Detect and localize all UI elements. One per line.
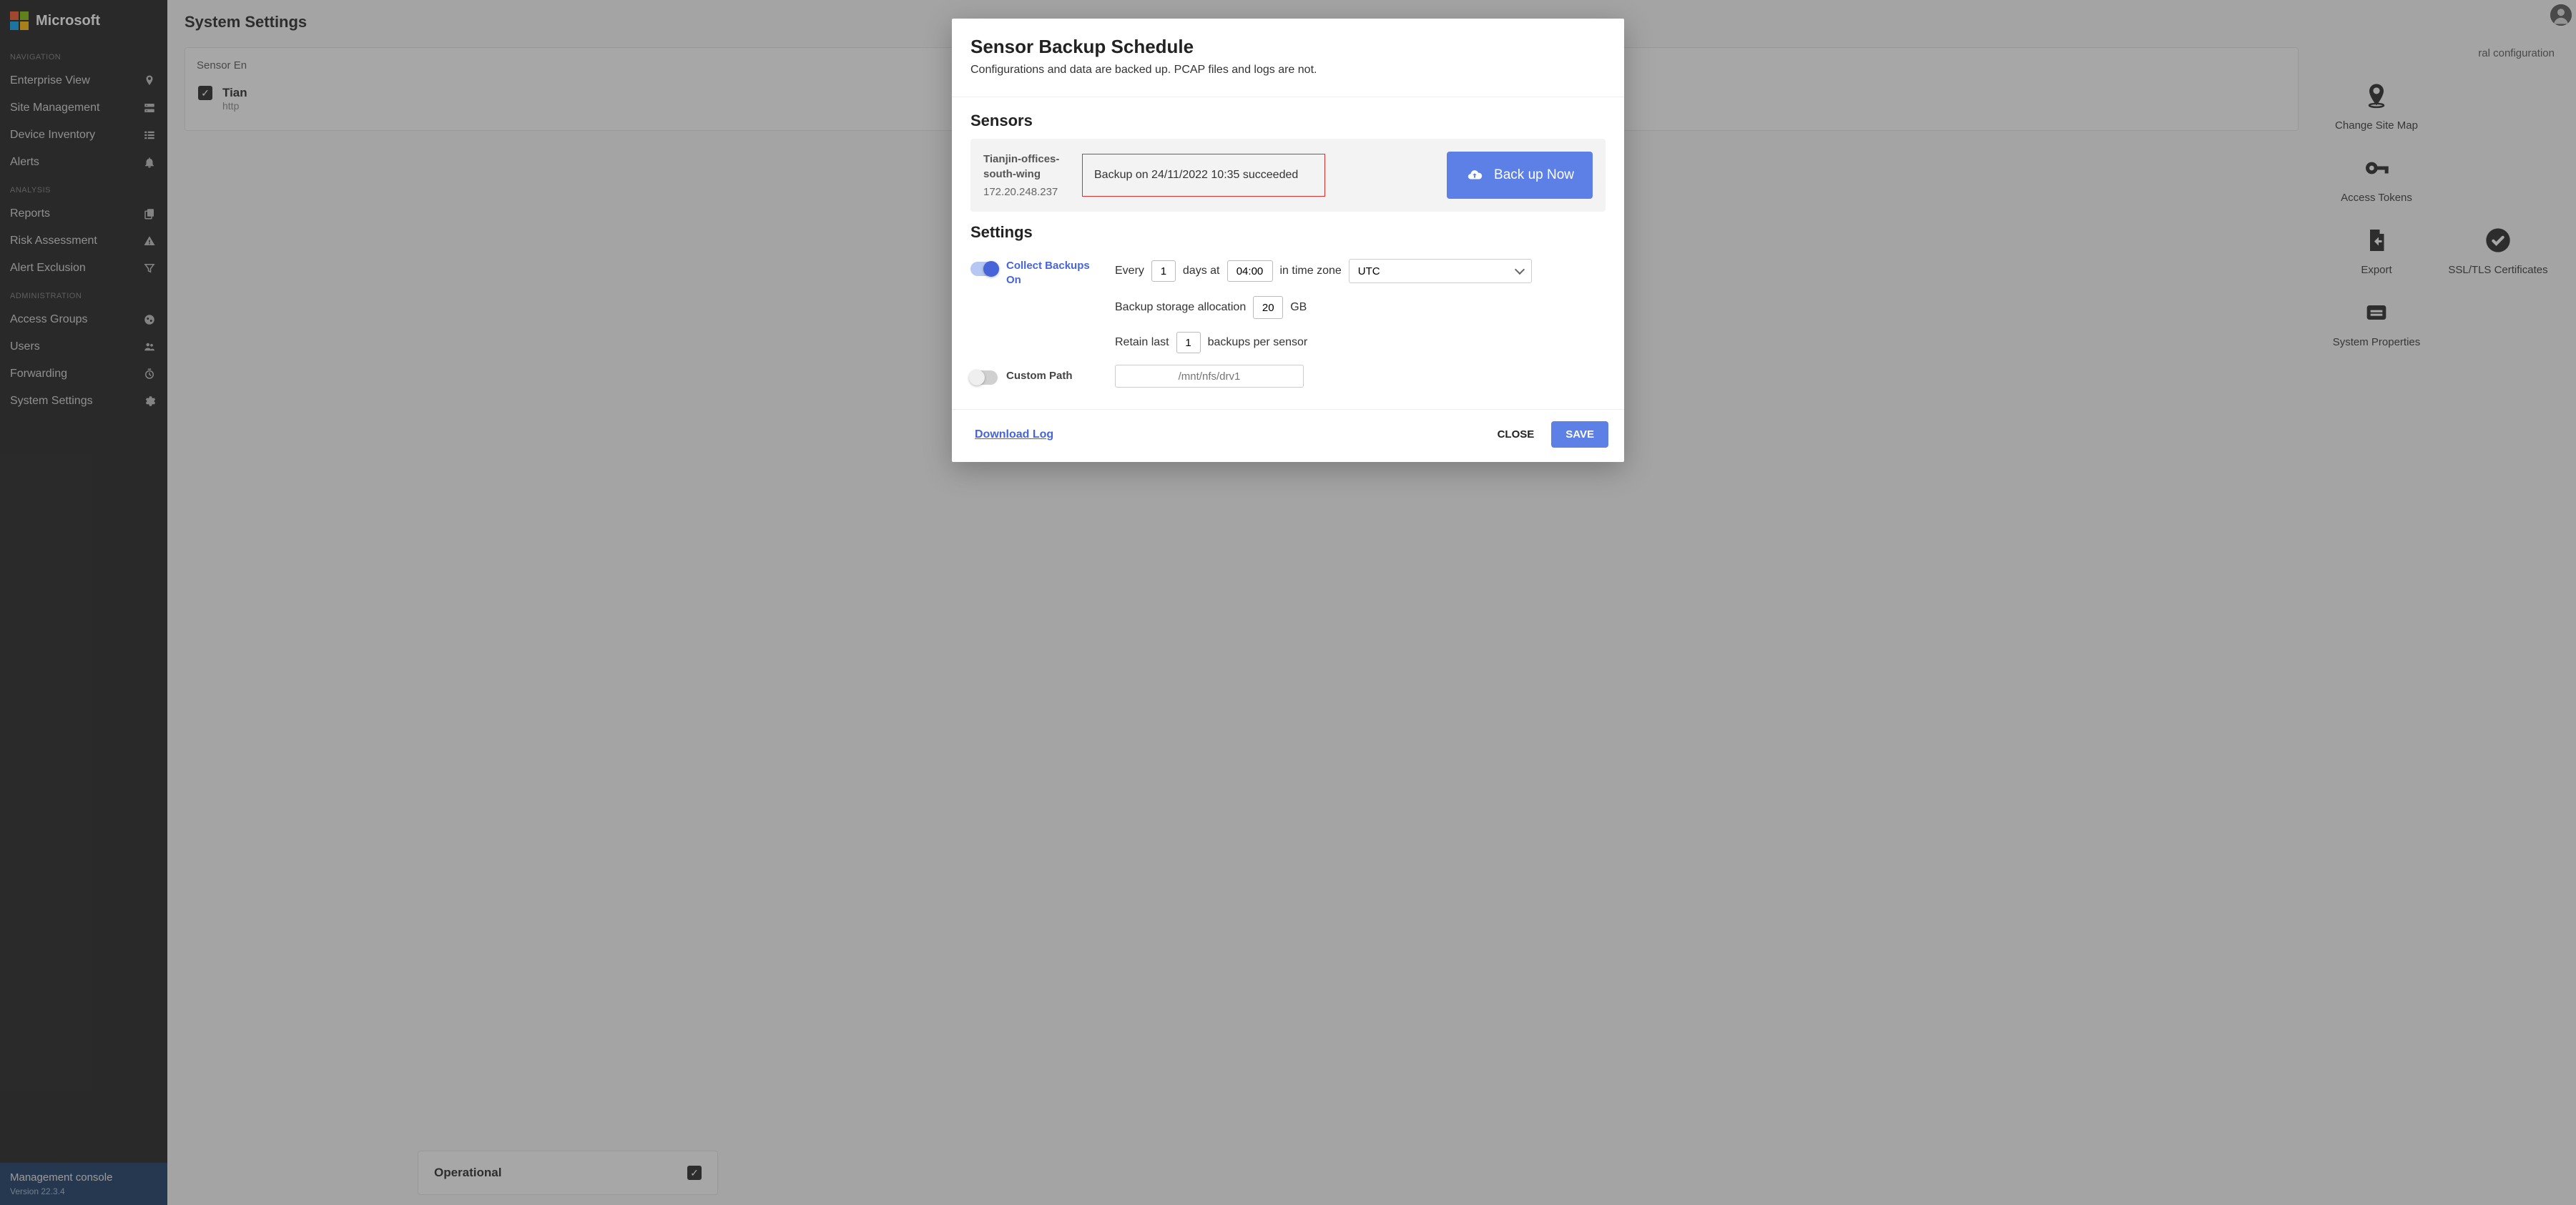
- backup-now-label: Back up Now: [1494, 167, 1574, 183]
- modal-subtitle: Configurations and data are backed up. P…: [970, 64, 1606, 77]
- storage-input[interactable]: [1253, 296, 1283, 319]
- collect-backups-toggle[interactable]: [970, 262, 998, 276]
- storage-row: Backup storage allocation GB: [1115, 296, 1606, 319]
- timezone-select[interactable]: UTC: [1349, 259, 1532, 283]
- sensor-ip: 172.20.248.237: [983, 186, 1069, 198]
- retain-suffix: backups per sensor: [1208, 336, 1308, 349]
- retain-input[interactable]: [1176, 332, 1201, 353]
- collect-backups-label: Collect Backups On: [1006, 259, 1099, 287]
- retain-prefix: Retain last: [1115, 336, 1169, 349]
- sensor-block: Tianjin-offices-south-wing 172.20.248.23…: [970, 139, 1606, 212]
- save-button[interactable]: SAVE: [1551, 421, 1608, 448]
- storage-suffix: GB: [1290, 301, 1307, 314]
- backup-status-box: Backup on 24/11/2022 10:35 succeeded: [1082, 154, 1325, 197]
- storage-prefix: Backup storage allocation: [1115, 301, 1246, 314]
- every-label: Every: [1115, 265, 1144, 277]
- tz-label: in time zone: [1280, 265, 1342, 277]
- backup-now-button[interactable]: Back up Now: [1447, 152, 1593, 199]
- days-input[interactable]: [1151, 260, 1176, 282]
- close-button[interactable]: CLOSE: [1486, 421, 1546, 448]
- custom-path-toggle[interactable]: [970, 370, 998, 385]
- retain-row: Retain last backups per sensor: [1115, 332, 1606, 353]
- modal-title: Sensor Backup Schedule: [970, 36, 1606, 58]
- settings-header: Settings: [970, 223, 1606, 242]
- sensors-header: Sensors: [970, 112, 1606, 130]
- custom-path-input[interactable]: [1115, 365, 1304, 388]
- download-log-link[interactable]: Download Log: [975, 428, 1053, 441]
- modal-footer: Download Log CLOSE SAVE: [952, 409, 1624, 462]
- schedule-row: Every days at in time zone UTC: [1115, 259, 1606, 283]
- backup-schedule-modal: Sensor Backup Schedule Configurations an…: [952, 19, 1624, 462]
- custom-path-label: Custom Path: [1006, 369, 1073, 383]
- days-at-label: days at: [1183, 265, 1220, 277]
- modal-overlay: Sensor Backup Schedule Configurations an…: [0, 0, 2576, 1205]
- cloud-upload-icon: [1465, 167, 1484, 183]
- sensor-name: Tianjin-offices-south-wing: [983, 152, 1069, 182]
- time-input[interactable]: [1227, 260, 1273, 282]
